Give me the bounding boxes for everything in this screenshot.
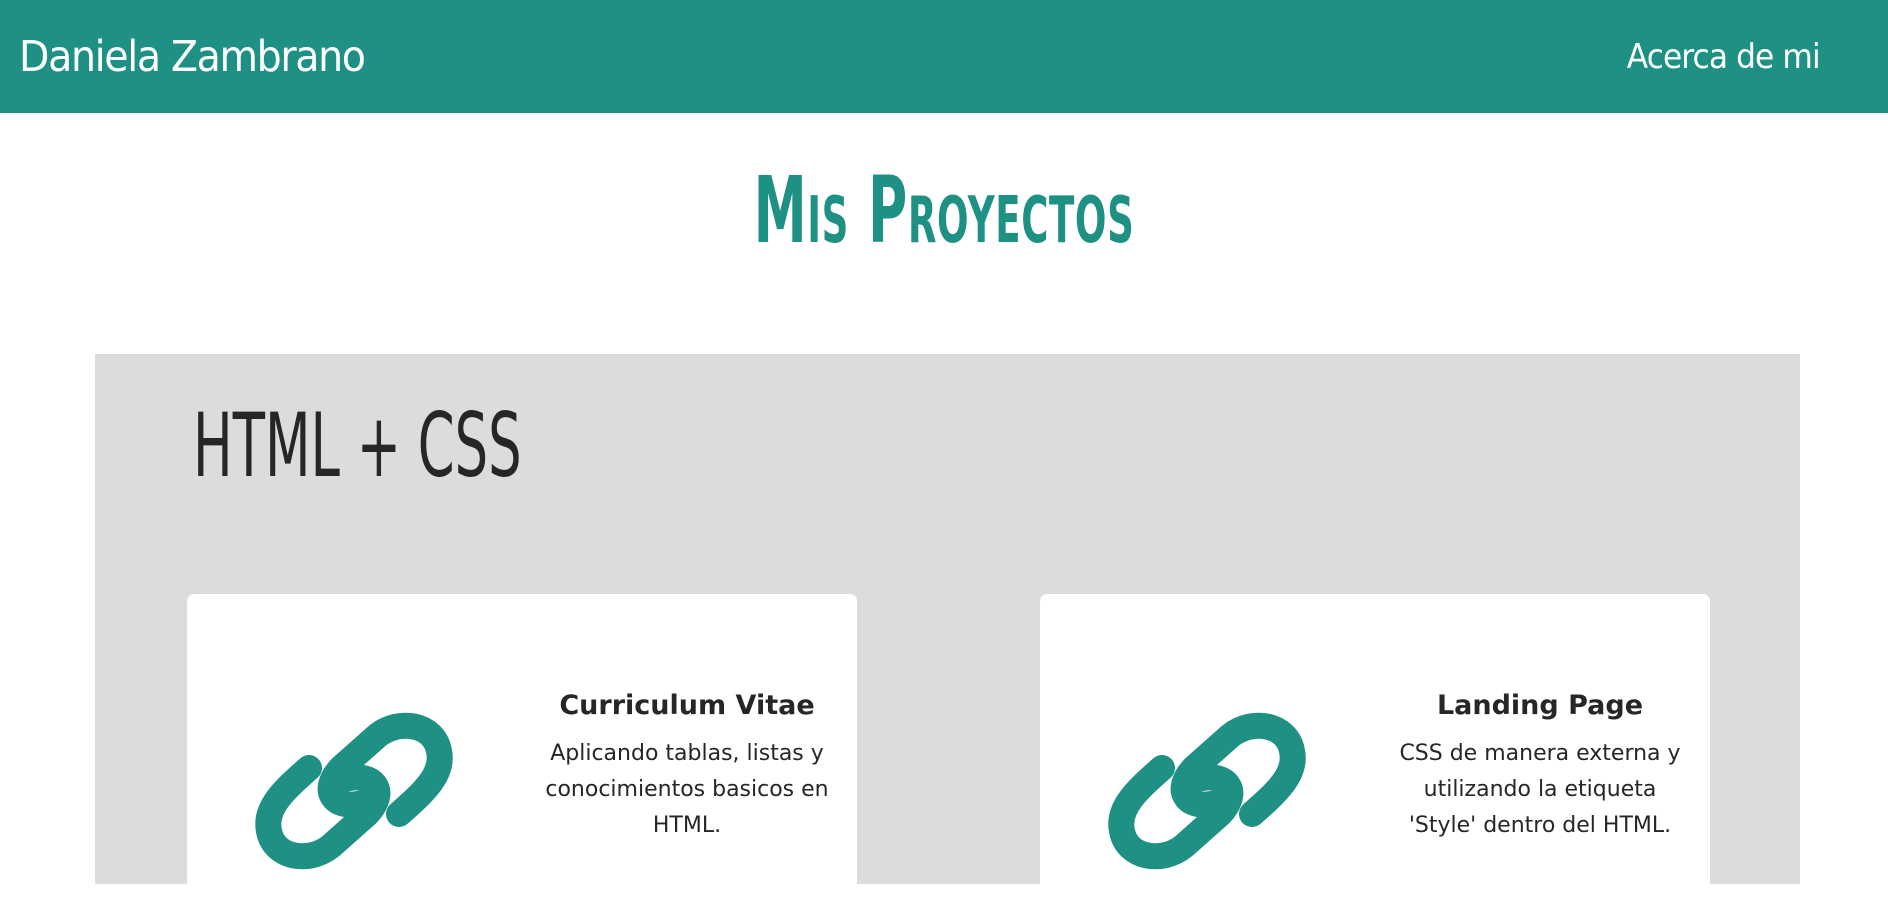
project-card-curriculum[interactable]: Curriculum Vitae Aplicando tablas, lista… xyxy=(187,594,857,914)
nav-link-acerca[interactable]: Acerca de mi xyxy=(1627,37,1821,77)
section-title: HTML + CSS xyxy=(193,394,522,497)
projects-section: HTML + CSS Curriculum Vitae Aplicando ta… xyxy=(95,354,1800,914)
card-title: Curriculum Vitae xyxy=(559,690,815,721)
card-body: Curriculum Vitae Aplicando tablas, lista… xyxy=(537,690,837,844)
card-body: Landing Page CSS de manera externa y uti… xyxy=(1390,690,1690,844)
card-text: Aplicando tablas, listas y conocimientos… xyxy=(545,741,829,839)
card-text: CSS de manera externa y utilizando la et… xyxy=(1399,741,1681,839)
project-card-landing[interactable]: Landing Page CSS de manera externa y uti… xyxy=(1040,594,1710,914)
link-icon[interactable] xyxy=(1102,706,1312,876)
card-title: Landing Page xyxy=(1436,690,1644,721)
page-title: Mis Proyectos xyxy=(753,157,1135,264)
navbar: Daniela Zambrano Acerca de mi xyxy=(0,0,1888,113)
link-icon[interactable] xyxy=(249,706,459,876)
brand-link[interactable]: Daniela Zambrano xyxy=(19,32,366,82)
